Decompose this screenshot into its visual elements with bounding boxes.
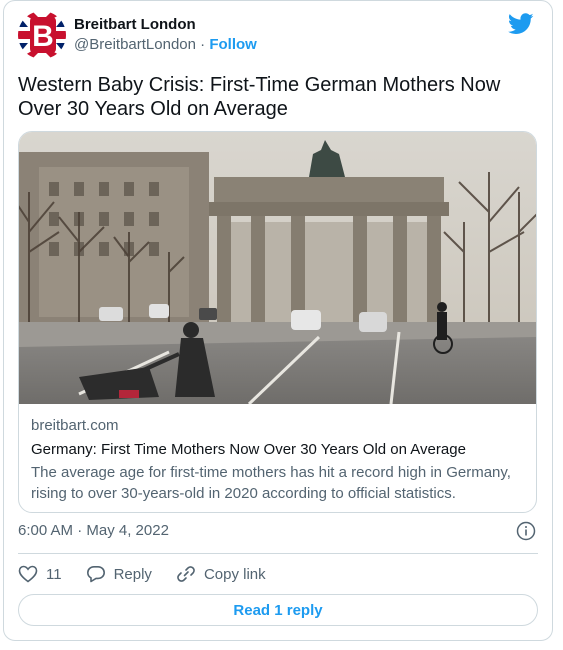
reply-icon xyxy=(86,566,105,583)
separator-dot: · xyxy=(200,36,206,53)
link-meta: breitbart.com Germany: First Time Mother… xyxy=(31,416,524,504)
copy-link-label: Copy link xyxy=(203,565,266,583)
link-title: Germany: First Time Mothers Now Over 30 … xyxy=(31,441,466,458)
read-reply-button[interactable]: Read 1 reply xyxy=(18,594,538,626)
account-names: Breitbart London @BreitbartLondon · Foll… xyxy=(74,15,257,55)
tweet-card: B Breitbart London @BreitbartLondon · Fo… xyxy=(3,0,553,641)
avatar-letter: B xyxy=(32,20,54,53)
display-name[interactable]: Breitbart London xyxy=(74,15,257,35)
link-icon xyxy=(177,566,195,582)
breitbart-london-logo: B xyxy=(18,11,66,59)
handle-row: @BreitbartLondon · Follow xyxy=(74,35,257,55)
link-description: The average age for first-time mothers h… xyxy=(31,464,511,502)
link-domain: breitbart.com xyxy=(31,417,119,434)
action-bar: 11 Reply Copy link xyxy=(18,563,290,585)
account-handle[interactable]: @BreitbartLondon xyxy=(74,36,196,53)
like-button[interactable]: 11 xyxy=(18,565,62,583)
reply-label: Reply xyxy=(113,565,152,583)
link-preview-image xyxy=(19,132,536,404)
like-count: 11 xyxy=(46,565,62,583)
info-icon[interactable] xyxy=(516,521,536,541)
copy-link-button[interactable]: Copy link xyxy=(176,565,266,583)
link-preview-card[interactable]: breitbart.com Germany: First Time Mother… xyxy=(18,131,537,513)
reply-button[interactable]: Reply xyxy=(86,565,152,583)
heart-icon xyxy=(18,565,38,583)
avatar[interactable]: B xyxy=(18,11,66,59)
tweet-header: B Breitbart London @BreitbartLondon · Fo… xyxy=(18,11,538,61)
twitter-bird-icon[interactable] xyxy=(508,13,534,35)
tweet-timestamp[interactable]: 6:00 AM · May 4, 2022 xyxy=(18,522,169,539)
tweet-text: Western Baby Crisis: First-Time German M… xyxy=(18,74,501,120)
follow-button[interactable]: Follow xyxy=(209,36,257,53)
divider xyxy=(18,553,538,554)
